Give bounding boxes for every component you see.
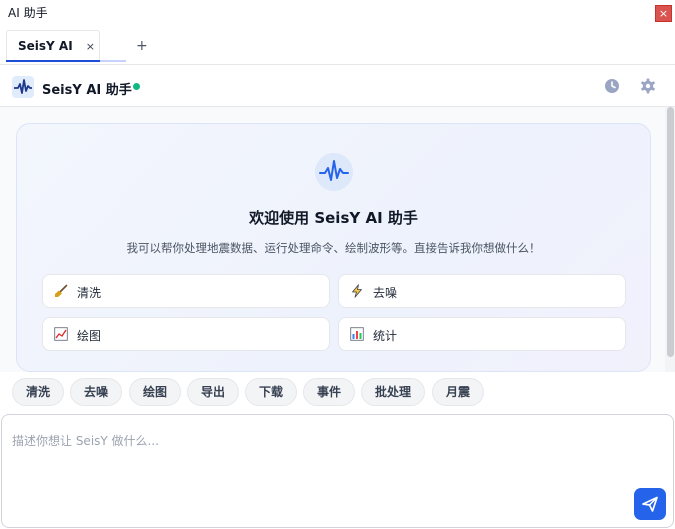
quick-action-plot[interactable]: 绘图 [42, 317, 330, 351]
tab-bar: SeisY AI × + [0, 26, 675, 65]
scrollbar-thumb[interactable] [667, 107, 674, 357]
online-status-dot [133, 83, 140, 90]
chip-batch[interactable]: 批处理 [361, 378, 426, 406]
window-title: AI 助手 [8, 6, 48, 20]
window-close-button[interactable]: × [655, 5, 672, 22]
clock-icon[interactable] [604, 78, 620, 94]
bar-chart-icon [350, 327, 364, 341]
chip-download[interactable]: 下载 [245, 378, 298, 406]
quick-action-stats[interactable]: 统计 [338, 317, 626, 351]
welcome-card: 欢迎使用 SeisY AI 助手 我可以帮你处理地震数据、运行处理命令、绘制波形… [16, 123, 651, 372]
lightning-icon [352, 284, 362, 298]
waveform-logo-icon [12, 76, 34, 98]
chip-events[interactable]: 事件 [303, 378, 356, 406]
quick-action-label: 统计 [373, 329, 398, 343]
quick-action-label: 去噪 [373, 286, 398, 300]
add-tab-button[interactable]: + [136, 38, 148, 54]
tab-close-icon[interactable]: × [86, 40, 95, 53]
chip-moonquake[interactable]: 月震 [432, 378, 485, 406]
waveform-icon [315, 153, 353, 191]
chat-content[interactable]: 欢迎使用 SeisY AI 助手 我可以帮你处理地震数据、运行处理命令、绘制波形… [0, 107, 665, 372]
active-tab-indicator [6, 60, 100, 62]
tab-underline [6, 60, 126, 62]
welcome-subtitle: 我可以帮你处理地震数据、运行处理命令、绘制波形等。直接告诉我你想做什么！ [126, 241, 541, 255]
chip-denoise[interactable]: 去噪 [70, 378, 123, 406]
send-icon [642, 496, 658, 512]
send-button[interactable] [634, 488, 666, 520]
broom-icon [55, 284, 68, 297]
chart-line-icon [54, 327, 68, 341]
chip-clean[interactable]: 清洗 [12, 378, 65, 406]
message-input[interactable] [12, 432, 632, 502]
app-name: SeisY AI 助手 [42, 83, 132, 98]
quick-action-label: 清洗 [77, 286, 102, 300]
quick-action-denoise[interactable]: 去噪 [338, 274, 626, 308]
tab-label: SeisY AI [18, 39, 73, 53]
gear-icon[interactable] [640, 78, 656, 94]
quick-action-clean[interactable]: 清洗 [42, 274, 330, 308]
message-input-box [1, 414, 674, 528]
chip-export[interactable]: 导出 [187, 378, 240, 406]
chip-plot[interactable]: 绘图 [129, 378, 182, 406]
assistant-header: SeisY AI 助手 [0, 66, 675, 107]
tab-seisy-ai[interactable]: SeisY AI × [6, 30, 100, 61]
quick-action-label: 绘图 [77, 329, 102, 343]
welcome-title: 欢迎使用 SeisY AI 助手 [249, 209, 418, 227]
title-bar: AI 助手 × [0, 0, 675, 26]
quick-chip-bar: 清洗 去噪 绘图 导出 下载 事件 批处理 月震 [0, 372, 675, 412]
